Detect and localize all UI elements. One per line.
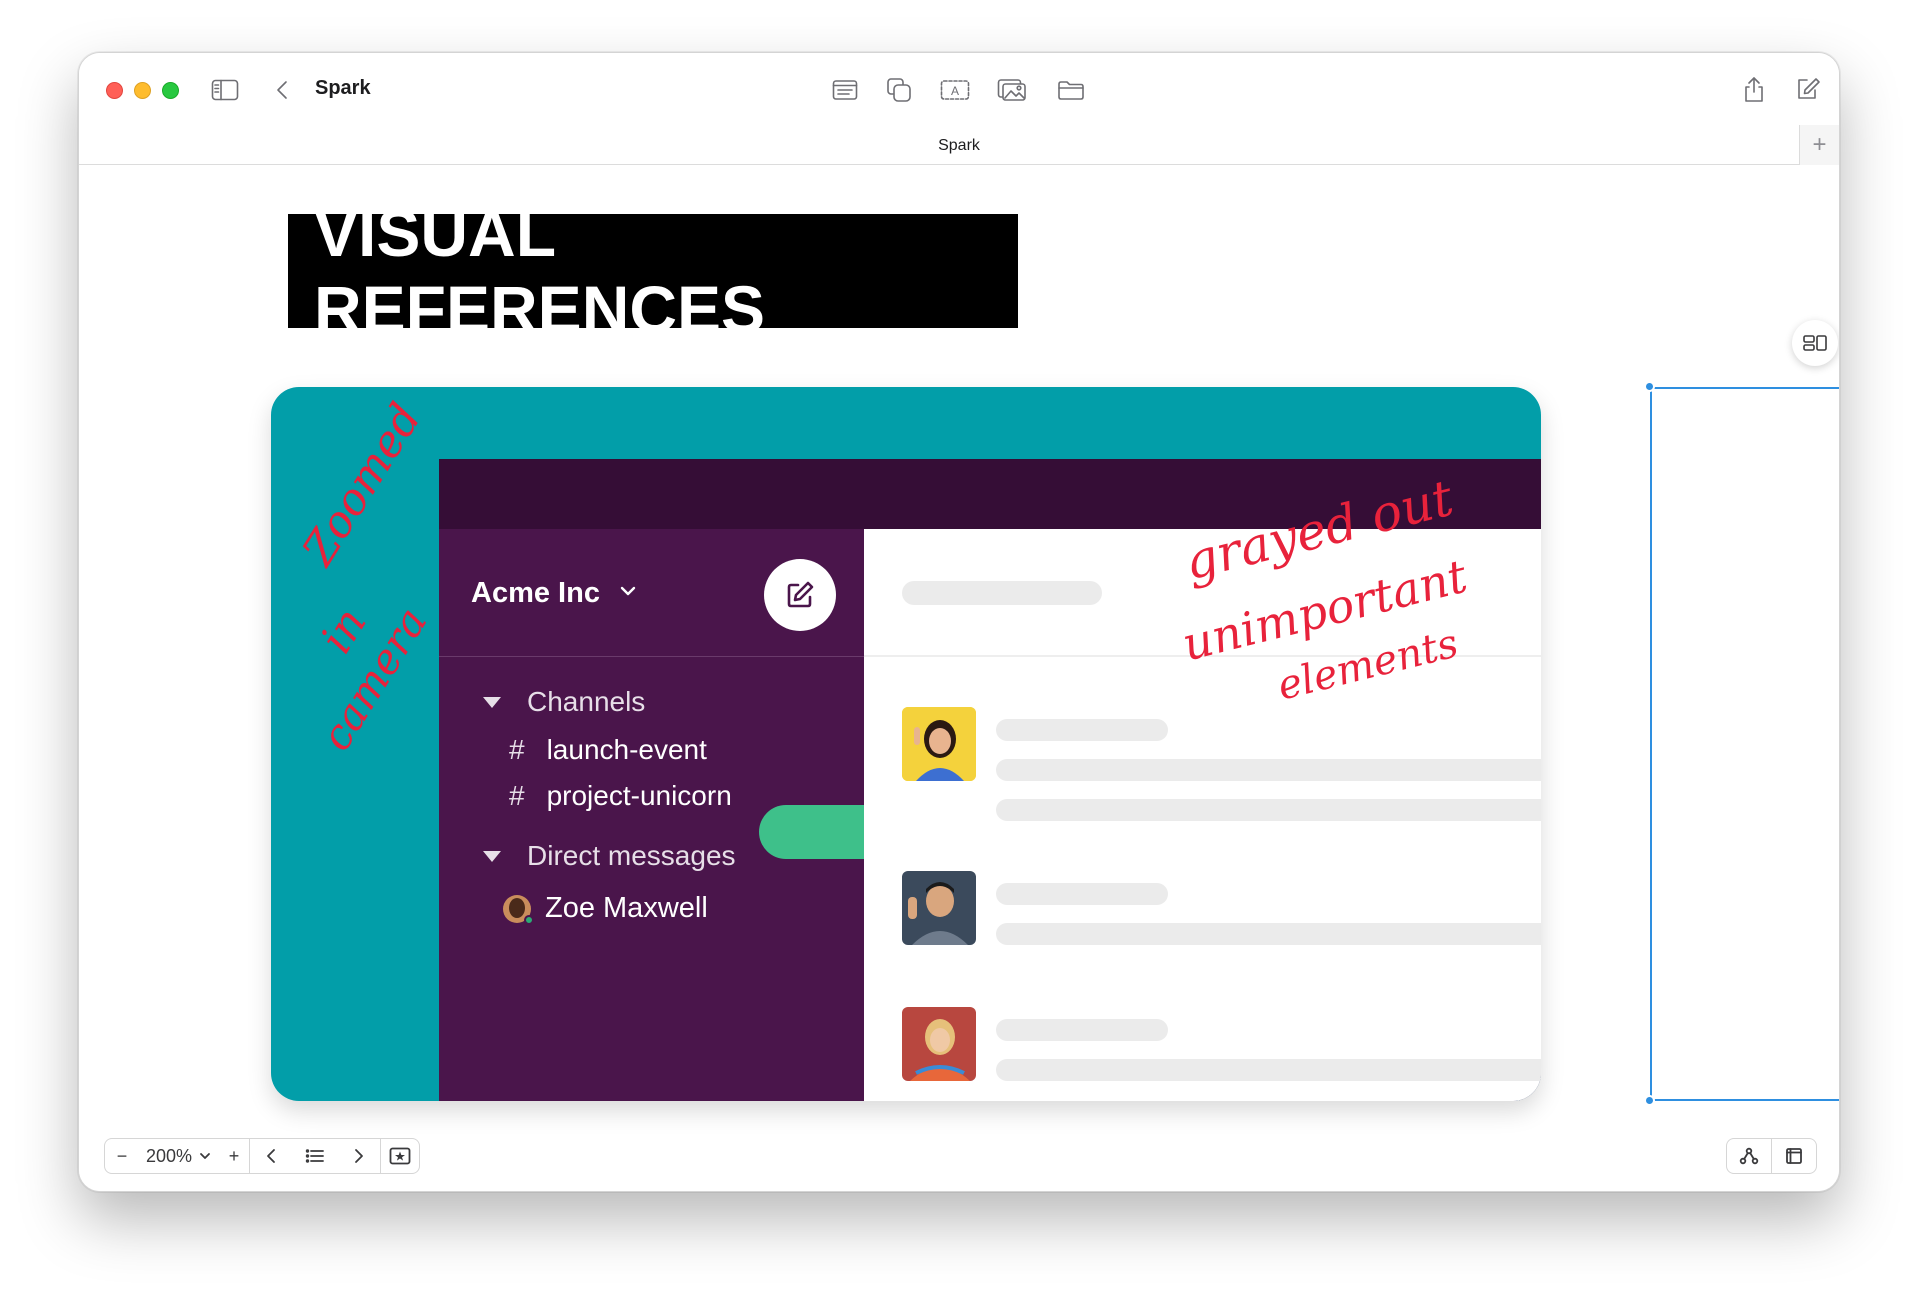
channel-name: launch-event: [546, 734, 707, 765]
dm-label: Direct messages: [527, 840, 736, 871]
placeholder-bar: [996, 719, 1168, 741]
close-window-button[interactable]: [106, 82, 123, 99]
zoom-level-select[interactable]: 200%: [139, 1139, 219, 1173]
star-frame-icon[interactable]: [381, 1139, 419, 1173]
placeholder-bar: [996, 923, 1541, 945]
app-window: Spark A Spark + VISUAL REFERENCES Acme I…: [78, 52, 1840, 1192]
dm-item: Zoe Maxwell: [503, 892, 708, 925]
mockup-sidebar: Acme Inc Channels # launch-event # proje…: [439, 529, 899, 1101]
placeholder-bar: [996, 1019, 1168, 1041]
zoom-out-button[interactable]: −: [105, 1139, 139, 1173]
board-canvas[interactable]: VISUAL REFERENCES Acme Inc Channels # la…: [79, 166, 1839, 1191]
channels-section: Channels: [483, 686, 645, 718]
frame-view-icon[interactable]: [1772, 1139, 1816, 1173]
list-icon[interactable]: [292, 1139, 338, 1173]
folder-icon[interactable]: [1056, 75, 1086, 105]
workspace-name: Acme Inc: [471, 577, 600, 609]
channel-item: # project-unicorn: [509, 780, 732, 812]
compose-icon[interactable]: [1793, 73, 1823, 105]
previous-chevron-icon[interactable]: [250, 1139, 292, 1173]
layout-toggle-button[interactable]: [1792, 320, 1838, 366]
text-box-icon[interactable]: A: [939, 75, 971, 105]
page-title: VISUAL REFERENCES: [314, 196, 766, 346]
sidebar-toggle-icon[interactable]: [209, 75, 241, 105]
selection-handle-bottom[interactable]: [1644, 1095, 1655, 1106]
placeholder-bar: [996, 799, 1541, 821]
zoom-toolbar: − 200% +: [104, 1138, 420, 1174]
avatar: [902, 707, 976, 781]
channels-label: Channels: [527, 686, 646, 717]
avatar: [503, 894, 534, 925]
svg-text:A: A: [951, 84, 959, 98]
hash-icon: #: [509, 780, 525, 811]
selection-frame[interactable]: [1650, 387, 1839, 1101]
caret-down-icon: [483, 850, 501, 862]
channel-item: # launch-event: [509, 734, 707, 766]
minimize-window-button[interactable]: [134, 82, 151, 99]
compose-message-button: [764, 559, 836, 631]
selection-handle-top[interactable]: [1644, 381, 1655, 392]
dm-section: Direct messages: [483, 840, 736, 872]
annotation-zoomed: Zoomed: [293, 394, 432, 575]
back-chevron-icon[interactable]: [271, 75, 293, 105]
add-tab-button[interactable]: +: [1799, 125, 1839, 165]
text-block-icon[interactable]: [830, 75, 860, 105]
zoom-level-value: 200%: [145, 1145, 193, 1166]
media-icon[interactable]: [996, 75, 1028, 105]
placeholder-bar: [996, 759, 1541, 781]
app-title: Spark: [315, 77, 371, 99]
view-toolbar: [1726, 1138, 1817, 1174]
avatar: [902, 871, 976, 945]
tab-title[interactable]: Spark: [79, 137, 1839, 155]
connector-icon[interactable]: [1727, 1139, 1771, 1173]
chevron-down-icon: [619, 584, 637, 602]
zoom-in-button[interactable]: +: [219, 1139, 249, 1173]
zoom-window-button[interactable]: [162, 82, 179, 99]
share-icon[interactable]: [1740, 73, 1768, 105]
chat-app-mockup: Acme Inc Channels # launch-event # proje…: [439, 459, 1541, 1101]
placeholder-bar: [996, 1059, 1541, 1081]
placeholder-bar: [902, 581, 1102, 605]
caret-down-icon: [483, 696, 501, 708]
online-status-dot: [524, 914, 534, 925]
avatar: [902, 1007, 976, 1081]
channel-name: project-unicorn: [546, 780, 732, 811]
hash-icon: #: [509, 734, 525, 765]
shapes-icon[interactable]: [884, 75, 914, 105]
placeholder-bar: [996, 883, 1168, 905]
next-chevron-icon[interactable]: [338, 1139, 380, 1173]
dm-name: Zoe Maxwell: [545, 892, 708, 924]
sidebar-header: Acme Inc: [439, 529, 864, 657]
reference-image-card[interactable]: Acme Inc Channels # launch-event # proje…: [271, 387, 1541, 1101]
heading-block[interactable]: VISUAL REFERENCES: [288, 196, 1018, 346]
